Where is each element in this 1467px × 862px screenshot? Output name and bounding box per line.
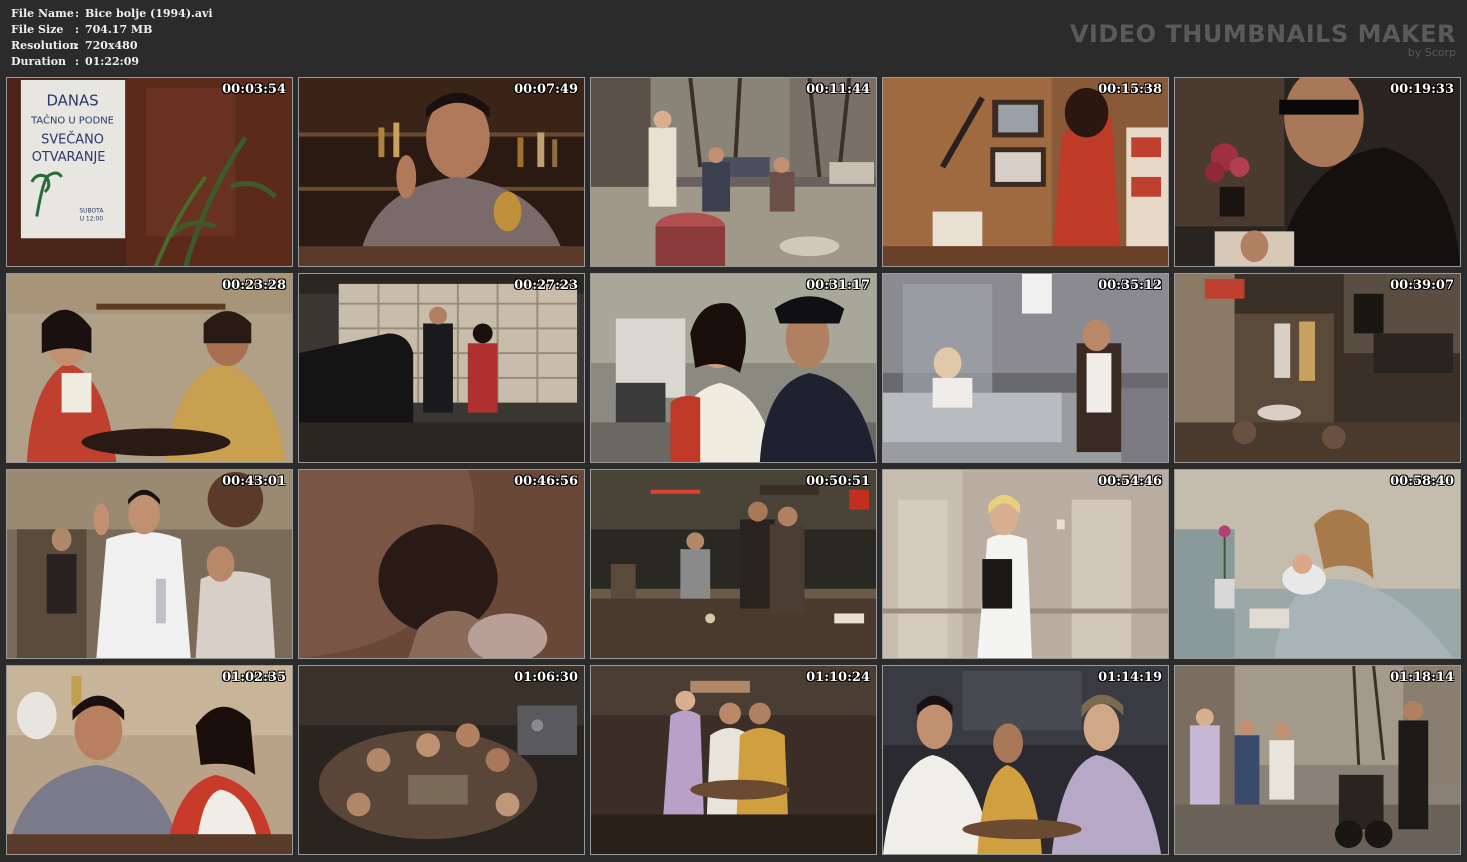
brand-title: VIDEO THUMBNAILS MAKER [1069, 20, 1456, 48]
timestamp: 00:58:40 [1390, 474, 1454, 489]
timestamp: 00:31:17 [806, 278, 870, 293]
frame-image [883, 274, 1168, 462]
sign-line-4: OTVARANJE [32, 150, 106, 165]
timestamp: 01:06:30 [514, 670, 578, 685]
frame-image [299, 470, 584, 658]
timestamp: 00:15:38 [1098, 82, 1162, 97]
frame-image [591, 470, 876, 658]
thumbnail-frame[interactable]: DANAS TAČNO U PODNE SVEČANO OTVARANJE SU… [6, 77, 293, 267]
timestamp: 01:14:19 [1098, 670, 1162, 685]
frame-image [591, 78, 876, 266]
timestamp: 00:07:49 [514, 82, 578, 97]
frame-image [7, 470, 292, 658]
file-size-row: File Size : 704.17 MB [11, 22, 213, 38]
frame-image [883, 666, 1168, 854]
frame-image [1175, 274, 1460, 462]
separator: : [75, 55, 80, 68]
frame-image [299, 666, 584, 854]
duration-row: Duration : 01:22:09 [11, 54, 213, 70]
sign-line-6: U 12:00 [80, 215, 104, 222]
thumbnail-frame[interactable]: 01:06:30 [298, 665, 585, 855]
thumbnail-frame[interactable]: 00:39:07 [1174, 273, 1461, 463]
thumbnail-frame[interactable]: 00:07:49 [298, 77, 585, 267]
timestamp: 00:35:12 [1098, 278, 1162, 293]
duration-value: 01:22:09 [85, 55, 140, 68]
frame-image [1175, 78, 1460, 266]
thumbnail-frame[interactable]: 00:11:44 [590, 77, 877, 267]
brand-subtitle: by Scorp [1407, 46, 1456, 59]
thumbnail-frame[interactable]: 00:31:17 [590, 273, 877, 463]
sign-line-3: SVEČANO [41, 131, 104, 147]
frame-image [591, 274, 876, 462]
file-size-label: File Size [11, 23, 64, 36]
thumbnail-grid: DANAS TAČNO U PODNE SVEČANO OTVARANJE SU… [6, 77, 1462, 861]
timestamp: 01:10:24 [806, 670, 870, 685]
thumbnail-frame[interactable]: 00:23:28 [6, 273, 293, 463]
resolution-row: Resolution : 720x480 [11, 38, 213, 54]
timestamp: 00:46:56 [514, 474, 578, 489]
thumbnail-frame[interactable]: 00:35:12 [882, 273, 1169, 463]
thumbnail-frame[interactable]: 00:54:46 [882, 469, 1169, 659]
resolution-value: 720x480 [85, 39, 138, 52]
file-info-panel: File Name : Bice bolje (1994).avi File S… [11, 6, 213, 70]
timestamp: 00:23:28 [222, 278, 286, 293]
file-name-label: File Name [11, 7, 74, 20]
frame-image [883, 78, 1168, 266]
timestamp: 01:02:35 [222, 670, 286, 685]
frame-image [883, 470, 1168, 658]
frame-image: DANAS TAČNO U PODNE SVEČANO OTVARANJE SU… [7, 78, 292, 266]
thumbnail-frame[interactable]: 01:18:14 [1174, 665, 1461, 855]
thumbnail-frame[interactable]: 01:10:24 [590, 665, 877, 855]
timestamp: 00:54:46 [1098, 474, 1162, 489]
thumbnail-frame[interactable]: 00:58:40 [1174, 469, 1461, 659]
timestamp: 00:39:07 [1390, 278, 1454, 293]
sign-line-2: TAČNO U PODNE [30, 114, 114, 127]
sign-line-5: SUBOTA [79, 208, 104, 215]
separator: : [75, 23, 80, 36]
thumbnail-frame[interactable]: 01:14:19 [882, 665, 1169, 855]
duration-label: Duration [11, 55, 67, 68]
timestamp: 01:18:14 [1390, 670, 1454, 685]
resolution-label: Resolution [11, 39, 78, 52]
timestamp: 00:27:23 [514, 278, 578, 293]
frame-image [7, 274, 292, 462]
thumbnail-frame[interactable]: 00:15:38 [882, 77, 1169, 267]
thumbnail-frame[interactable]: 00:19:33 [1174, 77, 1461, 267]
thumbnail-frame[interactable]: 01:02:35 [6, 665, 293, 855]
thumbnail-frame[interactable]: 00:43:01 [6, 469, 293, 659]
frame-image [1175, 470, 1460, 658]
frame-image [591, 666, 876, 854]
thumbnail-frame[interactable]: 00:50:51 [590, 469, 877, 659]
thumbnail-frame[interactable]: 00:46:56 [298, 469, 585, 659]
separator: : [75, 7, 80, 20]
separator: : [75, 39, 80, 52]
file-name-value: Bice bolje (1994).avi [85, 7, 213, 20]
timestamp: 00:19:33 [1390, 82, 1454, 97]
frame-image [1175, 666, 1460, 854]
thumbnail-frame[interactable]: 00:27:23 [298, 273, 585, 463]
frame-image [7, 666, 292, 854]
timestamp: 00:50:51 [806, 474, 870, 489]
timestamp: 00:03:54 [222, 82, 286, 97]
timestamp: 00:11:44 [806, 82, 870, 97]
brand-watermark: VIDEO THUMBNAILS MAKER by Scorp [1070, 21, 1456, 59]
sign-line-1: DANAS [46, 92, 98, 110]
frame-image [299, 78, 584, 266]
file-name-row: File Name : Bice bolje (1994).avi [11, 6, 213, 22]
file-size-value: 704.17 MB [85, 23, 153, 36]
frame-image [299, 274, 584, 462]
timestamp: 00:43:01 [222, 474, 286, 489]
